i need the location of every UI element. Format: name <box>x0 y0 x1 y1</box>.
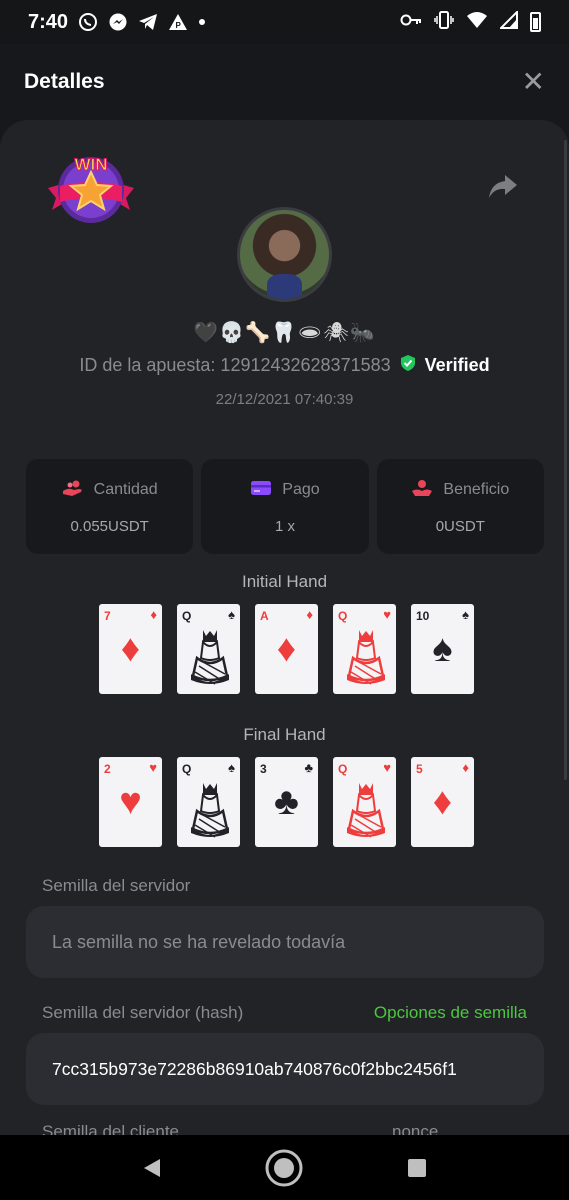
stat-value: 1 x <box>274 517 295 535</box>
card-rank: 5 <box>416 762 423 776</box>
stat-card-payout: Pago 1 x <box>201 459 369 554</box>
playing-card: Q ♠ <box>177 757 240 847</box>
card-center-suit-icon: ♦ <box>432 781 453 823</box>
card-rank: Q <box>338 762 348 776</box>
playing-card: Q ♥ <box>333 757 396 847</box>
card-rank: A <box>260 609 269 623</box>
close-button[interactable]: ✕ <box>522 68 545 96</box>
stat-label: Cantidad <box>93 481 158 498</box>
card-suit-icon: ♠ <box>228 607 235 622</box>
playing-card: 7 ♦ ♦ <box>99 604 162 694</box>
verified-shield-icon <box>399 354 417 377</box>
card-suit-icon: ♣ <box>304 760 313 775</box>
card-center-suit-icon: ♥ <box>119 781 142 823</box>
server-seed-hash-label: Semilla del servidor (hash) <box>42 1003 244 1022</box>
seed-options-link[interactable]: Opciones de semilla <box>374 1003 527 1023</box>
card-suit-icon: ♠ <box>228 760 235 775</box>
card-rank: Q <box>182 762 192 776</box>
dot-icon <box>198 18 206 26</box>
server-seed-hash-field[interactable]: 7cc315b973e72286b86910ab740876c0f2bbc245… <box>26 1033 544 1105</box>
card-suit-icon: ♦ <box>306 607 313 622</box>
final-hand-title: Final Hand <box>243 725 326 744</box>
bet-date: 22/12/2021 07:40:39 <box>215 391 354 408</box>
playing-card: 10 ♠ ♠ <box>411 604 474 694</box>
share-icon[interactable] <box>488 174 518 200</box>
playing-card: A ♦ ♦ <box>255 604 318 694</box>
card-center-suit-icon: ♦ <box>276 628 297 670</box>
card-suit-icon: ♠ <box>462 607 469 622</box>
server-seed-label: Semilla del servidor <box>42 876 191 895</box>
win-badge-icon: WIN <box>46 150 136 230</box>
stat-label: Pago <box>282 481 320 498</box>
svg-text:WIN: WIN <box>74 155 107 174</box>
card-suit-icon: ♦ <box>150 607 157 622</box>
home-button[interactable] <box>264 1148 304 1188</box>
initial-hand: 7 ♦ ♦ Q ♠ A ♦ ♦ Q ♥ 10 ♠ ♠ <box>99 604 474 694</box>
wifi-icon <box>466 11 488 34</box>
final-hand: 2 ♥ ♥ Q ♠ 3 ♣ ♣ Q ♥ 5 ♦ ♦ <box>99 757 474 847</box>
back-button[interactable] <box>141 1157 163 1179</box>
playing-card: 3 ♣ ♣ <box>255 757 318 847</box>
server-seed-field[interactable]: La semilla no se ha revelado todavía <box>26 906 544 978</box>
details-header: Detalles ✕ <box>0 44 569 120</box>
initial-hand-title: Initial Hand <box>241 572 328 591</box>
card-rank: Q <box>338 609 348 623</box>
battery-icon <box>530 12 541 32</box>
card-center-suit-icon: ♠ <box>432 628 453 670</box>
system-nav-bar <box>0 1135 569 1200</box>
page-title: Detalles <box>24 70 105 93</box>
whatsapp-icon <box>78 12 98 32</box>
stat-label: Beneficio <box>443 481 510 498</box>
username: 🖤💀🦴🦷🕳🕷🐜 <box>193 322 376 344</box>
client-seed-label: Semilla del cliente <box>42 1122 180 1135</box>
card-rank: 3 <box>260 762 267 776</box>
verified-label: Verified <box>424 355 490 375</box>
avatar <box>237 207 332 302</box>
nonce-label: nonce <box>392 1122 439 1135</box>
card-rank: 7 <box>104 609 111 623</box>
playing-card: 5 ♦ ♦ <box>411 757 474 847</box>
bet-details-sheet[interactable]: WIN 🖤💀🦴🦷🕳🕷🐜 ID de la apuesta: 1291243262… <box>0 120 569 1135</box>
card-suit-icon: ♥ <box>149 760 157 775</box>
bet-id-row: ID de la apuesta: 12912432628371583 Veri… <box>0 354 569 377</box>
stats-row: Cantidad 0.055USDT Pago 1 x Beneficio 0U… <box>26 459 544 554</box>
playing-card: Q ♠ <box>177 604 240 694</box>
signal-icon <box>498 9 518 34</box>
card-rank: 10 <box>416 609 430 623</box>
svg-text:P: P <box>176 21 182 30</box>
card-center-suit-icon: ♣ <box>274 781 299 823</box>
profit-hand-icon <box>411 479 433 502</box>
stat-card-profit: Beneficio 0USDT <box>376 459 544 554</box>
messenger-icon <box>108 12 128 32</box>
bet-id: ID de la apuesta: 12912432628371583 <box>79 355 391 375</box>
card-rank: Q <box>182 609 192 623</box>
stat-card-amount: Cantidad 0.055USDT <box>26 459 194 554</box>
card-rank: 2 <box>104 762 111 776</box>
card-suit-icon: ♥ <box>383 607 391 622</box>
key-icon <box>400 13 422 32</box>
playing-card: Q ♥ <box>333 604 396 694</box>
p-app-icon: P <box>168 13 188 31</box>
status-right <box>400 9 541 34</box>
telegram-icon <box>138 13 158 31</box>
card-center-suit-icon: ♦ <box>120 628 141 670</box>
status-bar: 7:40 P <box>0 0 569 44</box>
card-suit-icon: ♥ <box>383 760 391 775</box>
card-suit-icon: ♦ <box>462 760 469 775</box>
scrollbar[interactable] <box>564 140 567 780</box>
stat-value: 0.055USDT <box>70 517 149 535</box>
vibrate-icon <box>434 10 454 34</box>
stat-value: 0USDT <box>435 517 485 535</box>
status-time: 7:40 <box>28 10 69 33</box>
recents-button[interactable] <box>406 1157 428 1179</box>
coins-hand-icon <box>62 479 84 502</box>
card-icon <box>250 479 272 502</box>
playing-card: 2 ♥ ♥ <box>99 757 162 847</box>
